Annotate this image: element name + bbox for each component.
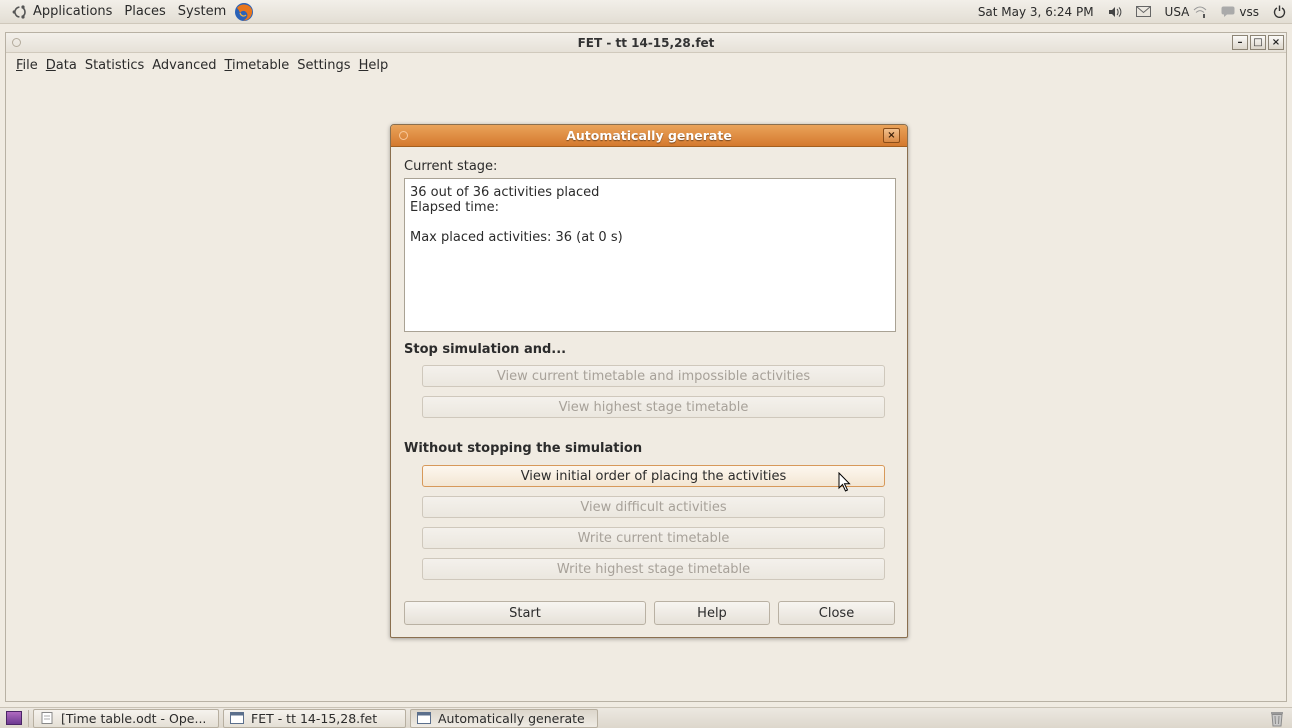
view-initial-order-button[interactable]: View initial order of placing the activi… (422, 465, 885, 487)
stage-line: 36 out of 36 activities placed (410, 185, 600, 200)
document-icon (41, 712, 53, 724)
keyboard-layout-indicator[interactable]: USA (1165, 5, 1190, 19)
panel-left: Applications Places System (0, 0, 254, 23)
applications-menu-label: Applications (33, 4, 113, 19)
minimize-button[interactable]: – (1232, 35, 1248, 50)
main-window-title: FET - tt 14-15,28.fet (577, 35, 715, 50)
top-panel: Applications Places System Sat May 3, 6:… (0, 0, 1292, 24)
stage-line: Max placed activities: 36 (at 0 s) (410, 230, 623, 245)
menu-advanced-label: Advanced (152, 57, 217, 73)
taskbar-item-label: [Time table.odt - Ope... (61, 710, 207, 726)
menu-timetable[interactable]: Timetable (220, 58, 293, 73)
write-current-timetable-button[interactable]: Write current timetable (422, 527, 885, 549)
view-highest-stage-timetable-button[interactable]: View highest stage timetable (422, 396, 885, 418)
automatically-generate-dialog: Automatically generate × Current stage: … (390, 124, 908, 638)
menu-help[interactable]: Help (355, 58, 393, 73)
applications-menu[interactable]: Applications (6, 0, 118, 23)
maximize-button[interactable]: □ (1250, 35, 1266, 50)
close-window-button[interactable]: × (1268, 35, 1284, 50)
menu-timetable-label: imetable (232, 57, 290, 73)
ubuntu-logo-icon (12, 4, 28, 20)
menu-data[interactable]: Data (42, 58, 81, 73)
close-button[interactable]: Close (778, 601, 895, 625)
window-icon (230, 712, 244, 724)
show-desktop-icon[interactable] (6, 711, 22, 725)
menu-data-mnemonic: D (45, 57, 56, 73)
window-controls: – □ × (1232, 35, 1284, 50)
power-icon[interactable] (1273, 5, 1286, 18)
menu-file-label: ile (22, 57, 38, 73)
menu-advanced[interactable]: Advanced (148, 58, 220, 73)
stage-line (410, 215, 890, 230)
current-stage-label: Current stage: (404, 159, 498, 174)
stop-simulation-heading: Stop simulation and... (404, 342, 567, 357)
chat-icon[interactable] (1221, 6, 1235, 17)
view-difficult-activities-button[interactable]: View difficult activities (422, 496, 885, 518)
places-menu-label: Places (124, 4, 166, 19)
taskbar-item-automatically-generate[interactable]: Automatically generate (410, 708, 598, 728)
trash-icon[interactable] (1270, 710, 1284, 727)
taskbar-item-time-table[interactable]: [Time table.odt - Ope... (33, 708, 219, 728)
dialog-menu-icon[interactable] (399, 131, 408, 140)
panel-right: Sat May 3, 6:24 PM USA vss (964, 0, 1292, 23)
menu-timetable-mnemonic: T (224, 57, 233, 73)
view-current-timetable-button[interactable]: View current timetable and impossible ac… (422, 365, 885, 387)
volume-icon[interactable] (1108, 6, 1122, 18)
menu-statistics-label: Statistics (84, 57, 145, 73)
system-menu-label: System (177, 4, 227, 19)
menubar: File Data Statistics Advanced Timetable … (6, 53, 1286, 77)
user-name[interactable]: vss (1239, 5, 1259, 19)
menu-statistics[interactable]: Statistics (81, 58, 148, 73)
dialog-close-icon[interactable]: × (883, 128, 900, 143)
bottom-panel: [Time table.odt - Ope... FET - tt 14-15,… (0, 707, 1292, 728)
menu-settings-label: Settings (297, 57, 351, 73)
taskbar-item-label: FET - tt 14-15,28.fet (251, 710, 378, 726)
window-menu-icon[interactable] (12, 38, 21, 47)
menu-settings[interactable]: Settings (293, 58, 354, 73)
menu-help-label: elp (368, 57, 389, 73)
mail-icon[interactable] (1135, 6, 1151, 17)
network-icon[interactable] (1193, 6, 1207, 18)
start-button[interactable]: Start (404, 601, 646, 625)
taskbar-item-label: Automatically generate (438, 710, 585, 726)
current-stage-text-area[interactable]: 36 out of 36 activities placed Elapsed t… (404, 178, 896, 332)
firefox-icon[interactable] (234, 2, 254, 22)
dialog-title: Automatically generate (566, 128, 732, 143)
window-icon (417, 712, 431, 724)
without-stopping-heading: Without stopping the simulation (404, 441, 643, 456)
stage-line: Elapsed time: (410, 200, 499, 215)
write-highest-stage-timetable-button[interactable]: Write highest stage timetable (422, 558, 885, 580)
places-menu[interactable]: Places (118, 0, 171, 23)
help-button[interactable]: Help (654, 601, 770, 625)
taskbar-separator (28, 709, 29, 727)
clock[interactable]: Sat May 3, 6:24 PM (978, 5, 1094, 19)
taskbar-item-fet[interactable]: FET - tt 14-15,28.fet (223, 708, 406, 728)
menu-data-label: ata (55, 57, 77, 73)
dialog-titlebar[interactable]: Automatically generate × (391, 125, 907, 147)
system-menu[interactable]: System (172, 0, 232, 23)
menu-help-mnemonic: H (358, 57, 369, 73)
menu-file[interactable]: File (12, 58, 42, 73)
main-window-titlebar[interactable]: FET - tt 14-15,28.fet – □ × (6, 33, 1286, 53)
mouse-cursor-icon (838, 472, 851, 492)
